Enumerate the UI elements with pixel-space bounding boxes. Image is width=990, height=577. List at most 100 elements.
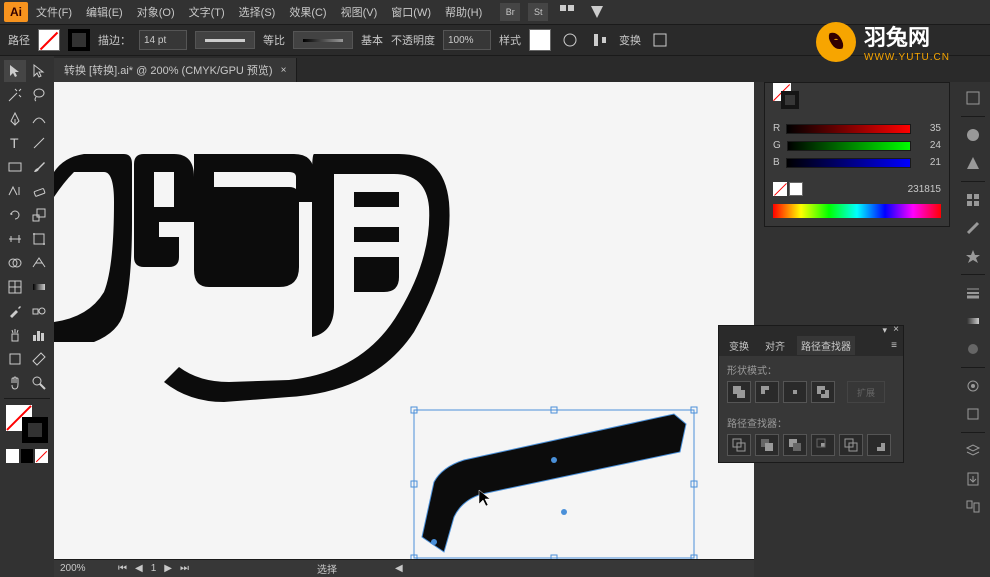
color-mode-icon[interactable] [6,449,19,463]
menu-edit[interactable]: 编辑(E) [80,2,129,22]
line-tool[interactable] [28,132,50,154]
column-graph-tool[interactable] [28,324,50,346]
artboard-nav-first-icon[interactable]: ⏮ [118,563,127,574]
menu-view[interactable]: 视图(V) [335,2,384,22]
divide-button[interactable] [727,434,751,456]
gradient-tool[interactable] [28,276,50,298]
stock-icon[interactable]: St [528,3,548,21]
direct-selection-tool[interactable] [28,60,50,82]
symbols-panel-icon[interactable] [961,244,985,268]
brushes-panel-icon[interactable] [961,216,985,240]
swatches-panel-icon[interactable] [961,188,985,212]
align-icon[interactable] [589,29,611,51]
transparency-panel-icon[interactable] [961,337,985,361]
slice-tool[interactable] [28,348,50,370]
shaper-tool[interactable] [4,180,26,202]
rectangle-tool[interactable] [4,156,26,178]
intersect-button[interactable] [783,381,807,403]
b-slider[interactable] [786,158,911,168]
color-guide-icon[interactable] [961,151,985,175]
outline-button[interactable] [839,434,863,456]
menu-file[interactable]: 文件(F) [30,2,78,22]
exclude-button[interactable] [811,381,835,403]
bridge-icon[interactable]: Br [500,3,520,21]
arrange-docs-icon[interactable] [556,1,578,23]
panel-fill-stroke[interactable] [773,83,801,111]
crop-button[interactable] [811,434,835,456]
eraser-tool[interactable] [28,180,50,202]
graphic-styles-panel-icon[interactable] [961,402,985,426]
menu-object[interactable]: 对象(O) [131,2,181,22]
pen-tool[interactable] [4,108,26,130]
minimize-icon[interactable]: ▾ [882,325,887,336]
stroke-swatch[interactable] [68,29,90,51]
appearance-panel-icon[interactable] [961,374,985,398]
minus-front-button[interactable] [755,381,779,403]
tab-transform[interactable]: 变换 [725,336,753,355]
mesh-tool[interactable] [4,276,26,298]
document-tab[interactable]: 转换 [转换].ai* @ 200% (CMYK/GPU 预览) × [54,58,297,82]
isolate-icon[interactable] [649,29,671,51]
close-tab-icon[interactable]: × [281,65,287,76]
g-slider[interactable] [787,141,911,151]
white-swatch[interactable] [789,182,803,196]
scroll-left-icon[interactable]: ◀ [395,563,403,574]
asset-export-panel-icon[interactable] [961,467,985,491]
curvature-tool[interactable] [28,108,50,130]
artboard-nav-next-icon[interactable]: ▶ [164,563,172,574]
tab-pathfinder[interactable]: 路径查找器 [797,336,855,355]
selection-tool[interactable] [4,60,26,82]
style-swatch[interactable] [529,29,551,51]
zoom-level[interactable]: 200% [60,563,110,574]
blend-tool[interactable] [28,300,50,322]
paintbrush-tool[interactable] [28,156,50,178]
width-tool[interactable] [4,228,26,250]
menu-window[interactable]: 窗口(W) [385,2,437,22]
menu-help[interactable]: 帮助(H) [439,2,488,22]
artboard-number[interactable]: 1 [151,563,157,574]
recolor-icon[interactable] [559,29,581,51]
layers-panel-icon[interactable] [961,439,985,463]
properties-panel-icon[interactable] [961,86,985,110]
fill-stroke-indicator[interactable] [4,405,50,445]
panel-menu-icon[interactable]: ≡ [891,340,897,351]
r-slider[interactable] [786,124,911,134]
perspective-tool[interactable] [28,252,50,274]
brush-def[interactable] [293,31,353,49]
tab-align[interactable]: 对齐 [761,336,789,355]
fill-swatch[interactable] [38,29,60,51]
lasso-tool[interactable] [28,84,50,106]
eyedropper-tool[interactable] [4,300,26,322]
hand-tool[interactable] [4,372,26,394]
shape-builder-tool[interactable] [4,252,26,274]
menu-type[interactable]: 文字(T) [183,2,231,22]
stroke-panel-icon[interactable] [961,281,985,305]
opacity-input[interactable] [443,30,491,50]
artboards-panel-icon[interactable] [961,495,985,519]
color-spectrum[interactable] [773,204,941,218]
menu-select[interactable]: 选择(S) [233,2,282,22]
unite-button[interactable] [727,381,751,403]
artboard-nav-prev-icon[interactable]: ◀ [135,563,143,574]
magic-wand-tool[interactable] [4,84,26,106]
color-panel-icon[interactable] [961,123,985,147]
type-tool[interactable]: T [4,132,26,154]
artboard-nav-last-icon[interactable]: ⏭ [180,563,189,574]
artboard-tool[interactable] [4,348,26,370]
width-profile[interactable] [195,31,255,49]
expand-button[interactable]: 扩展 [847,381,885,403]
canvas[interactable] [54,82,754,562]
trim-button[interactable] [755,434,779,456]
gradient-panel-icon[interactable] [961,309,985,333]
close-panel-icon[interactable]: × [893,324,899,335]
merge-button[interactable] [783,434,807,456]
zoom-tool[interactable] [28,372,50,394]
none-swatch[interactable] [773,182,787,196]
stroke-weight-input[interactable] [139,30,187,50]
symbol-sprayer-tool[interactable] [4,324,26,346]
free-transform-tool[interactable] [28,228,50,250]
rotate-tool[interactable] [4,204,26,226]
menu-effect[interactable]: 效果(C) [283,2,332,22]
gpu-icon[interactable] [586,1,608,23]
scale-tool[interactable] [28,204,50,226]
